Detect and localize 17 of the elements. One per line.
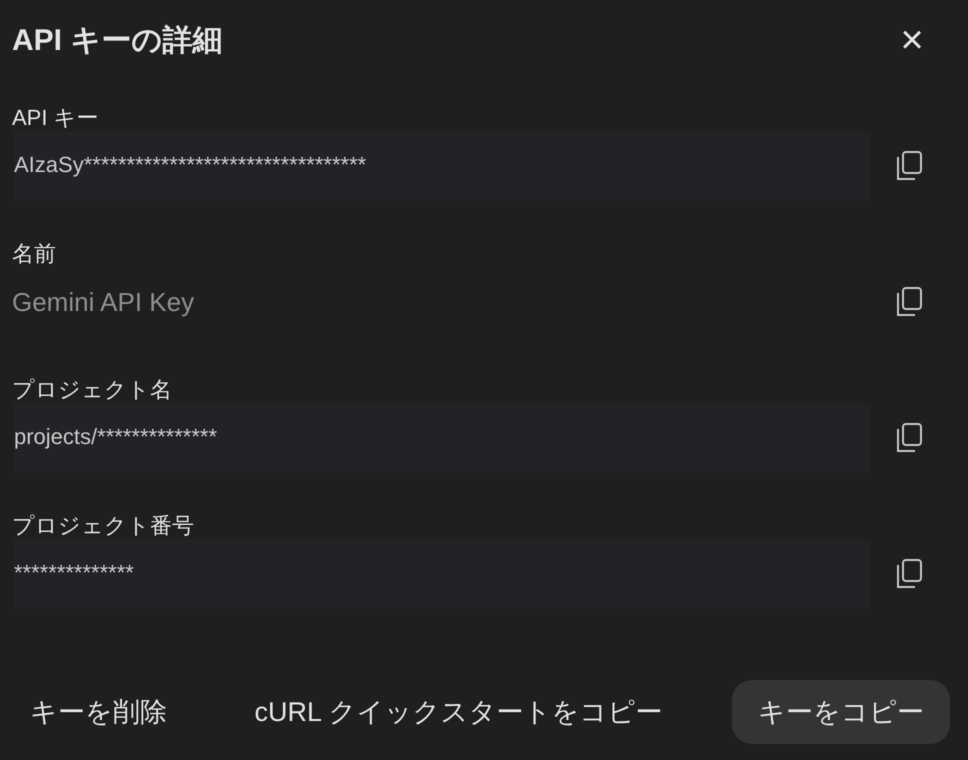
field-label: API キー xyxy=(12,104,100,132)
action-button[interactable]: キーを削除 xyxy=(12,680,185,744)
field-value[interactable]: projects/************** xyxy=(14,404,870,472)
close-button[interactable]: × xyxy=(892,20,932,60)
field-label: プロジェクト名 xyxy=(12,376,173,404)
field-value[interactable]: Gemini API Key xyxy=(12,268,870,336)
copy-icon[interactable] xyxy=(897,423,923,453)
field-value[interactable]: ************** xyxy=(14,540,870,608)
copy-icon[interactable] xyxy=(897,287,923,317)
copy-icon[interactable] xyxy=(897,559,923,589)
field-value[interactable]: AIzaSy********************************* xyxy=(14,132,870,200)
copy-icon[interactable] xyxy=(897,151,923,181)
field-label: プロジェクト番号 xyxy=(12,512,195,540)
dialog-title: API キーの詳細 xyxy=(12,22,222,58)
action-button[interactable]: cURL クイックスタートをコピー xyxy=(236,680,680,744)
field-label: 名前 xyxy=(12,240,57,268)
primary-button[interactable]: キーをコピー xyxy=(732,680,950,744)
